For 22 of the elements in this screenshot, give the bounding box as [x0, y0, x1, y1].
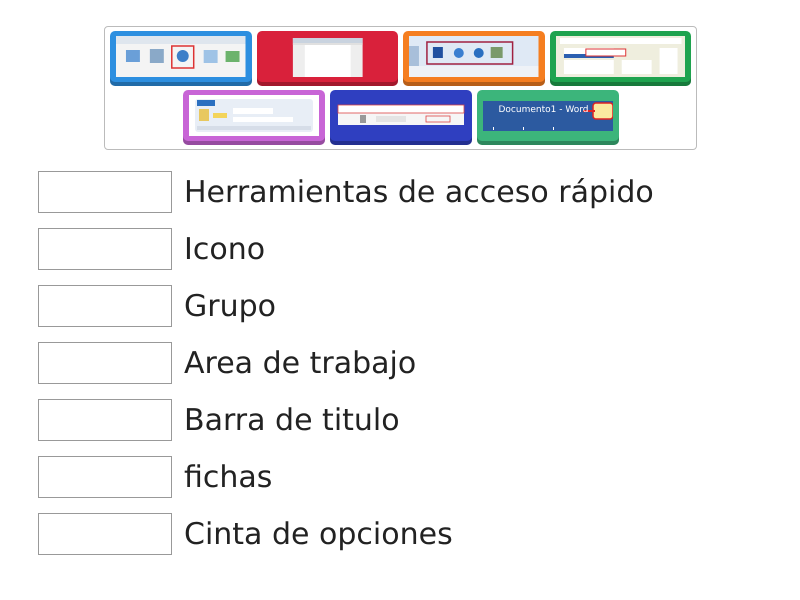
- drop-slot[interactable]: [38, 171, 172, 213]
- image-tile[interactable]: [182, 90, 324, 145]
- image-tile[interactable]: Documento1 - Word: [476, 90, 618, 145]
- answer-label: Cinta de opciones: [184, 516, 453, 554]
- answer-label: Icono: [184, 230, 266, 268]
- image-tile[interactable]: [256, 31, 398, 86]
- drop-slot[interactable]: [38, 399, 172, 441]
- image-tile[interactable]: [403, 31, 544, 86]
- answer-label: Barra de titulo: [184, 402, 400, 440]
- image-tile[interactable]: [550, 31, 691, 86]
- window-title: Documento1 - Word: [498, 104, 588, 117]
- answer-label: Grupo: [184, 288, 276, 326]
- answer-label: fichas: [184, 458, 272, 496]
- drop-slot[interactable]: [38, 342, 172, 384]
- answer-label: Area de trabajo: [184, 344, 416, 382]
- drop-slot[interactable]: [38, 513, 172, 555]
- drop-slot[interactable]: [38, 285, 172, 327]
- image-tile[interactable]: [330, 90, 472, 145]
- answer-label: Herramientas de acceso rápido: [184, 174, 654, 212]
- drop-slot[interactable]: [38, 456, 172, 498]
- image-tile[interactable]: [110, 31, 252, 86]
- drop-slot[interactable]: [38, 228, 172, 270]
